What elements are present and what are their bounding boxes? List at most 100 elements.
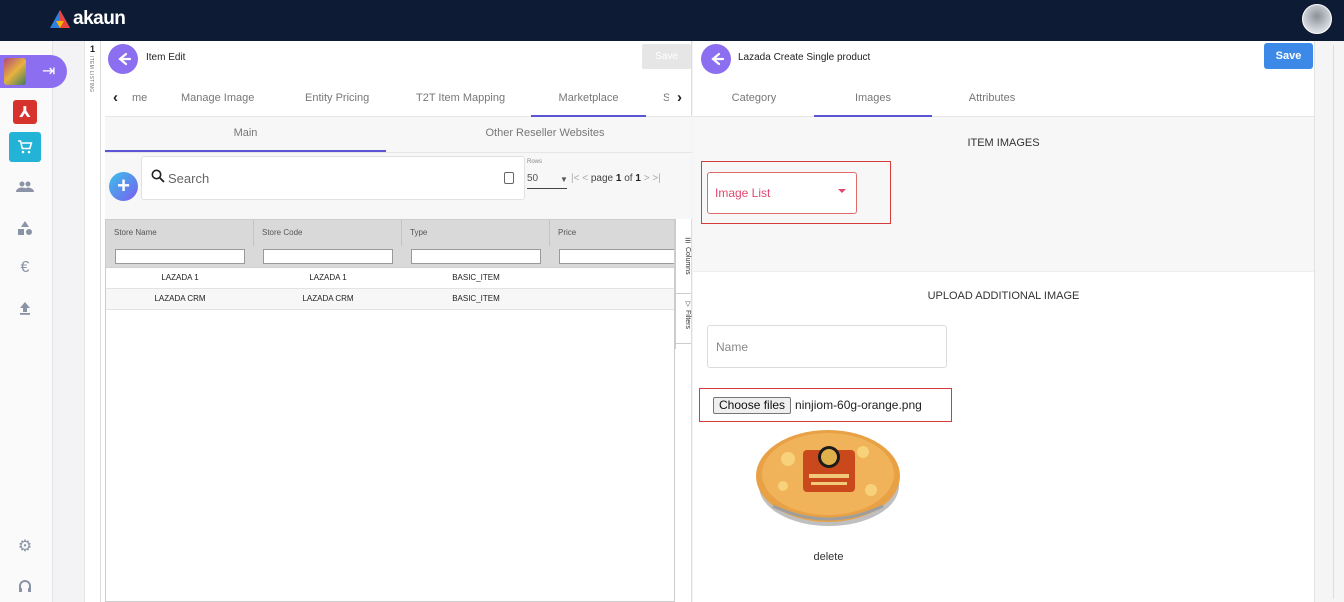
panel-title: Item Edit [146,52,186,63]
columns-label: Columns [684,246,691,275]
people-icon[interactable] [13,175,37,199]
page-current: 1 [615,173,622,184]
search-icon [151,169,165,183]
pager-controls: |< < page 1 of 1 > >| [571,173,661,184]
upload-additional-image-heading: UPLOAD ADDITIONAL IMAGE [927,290,1080,302]
subtab-main[interactable]: Main [105,117,386,152]
rows-value: 50 [527,173,539,184]
pdf-app-icon[interactable]: ⅄ [13,100,37,124]
item-edit-tabs: ‹ me Manage Image Entity Pricing T2T Ite… [105,81,692,117]
shapes-icon[interactable] [13,216,37,240]
top-bar: akaun [0,0,1344,41]
product-image-preview [756,430,900,526]
grid-header: Store Name Store Code Type Price [106,220,674,246]
save-button[interactable]: Save [1264,43,1313,69]
cell-price [550,268,674,289]
tabs-scroll-left-icon[interactable]: ‹ [113,89,118,106]
calendar-icon[interactable] [504,172,514,184]
user-avatar[interactable] [1302,4,1332,34]
cell-store-name: LAZADA 1 [161,273,199,282]
grid-toolbar: + Rows 50 ▼ |< < page 1 of 1 > >| [105,153,692,219]
item-edit-panel: Item Edit Save ‹ me Manage Image Entity … [101,41,692,602]
filter-icon: ▽ [684,300,691,310]
image-list-select[interactable]: Image List [707,172,857,214]
rows-label: Rows [527,159,543,165]
tab-category[interactable]: Category [695,81,813,117]
logo-text: akaun [73,8,126,29]
euro-icon[interactable]: € [13,256,37,280]
panel-title: Lazada Create Single product [738,52,871,63]
current-app-thumbnail[interactable] [4,58,26,85]
cart-icon[interactable] [9,132,41,162]
column-header-store-name[interactable]: Store Name [106,220,254,246]
table-row[interactable]: LAZADA 1 LAZADA 1 BASIC_ITEM [106,268,674,289]
lazada-tabs: Category Images Attributes [693,81,1314,117]
filter-store-name[interactable] [115,249,245,264]
save-button-disabled[interactable]: Save [642,44,691,69]
cell-type: BASIC_ITEM [452,273,500,282]
left-navigation: ⇥ ⅄ € ⚙ [0,41,67,602]
search-input[interactable] [168,168,468,188]
app-logo[interactable]: akaun [50,8,126,30]
cell-type: BASIC_ITEM [452,294,500,303]
next-page-icon[interactable]: > [644,173,650,184]
filter-store-code[interactable] [263,249,393,264]
rows-caret-icon: ▼ [560,175,568,184]
dropdown-caret-icon [838,189,846,193]
tab-manage-image[interactable]: Manage Image [181,81,254,117]
grid-side-tools: ☰ Columns ▽ Filters [675,219,691,349]
cell-store-code: LAZADA CRM [302,294,354,303]
first-page-icon[interactable]: |< [571,173,579,184]
add-button[interactable]: + [109,172,138,201]
back-arrow-icon [118,52,132,66]
selected-file-name: ninjiom-60g-orange.png [795,398,922,412]
right-edge-scroll-area [1314,41,1344,602]
item-images-heading: ITEM IMAGES [967,137,1040,149]
tab-t2t-item-mapping[interactable]: T2T Item Mapping [416,81,505,117]
tab-partial-right[interactable]: S [663,81,669,117]
back-arrow-icon [711,52,725,66]
prev-page-icon[interactable]: < [582,173,588,184]
upload-icon[interactable] [13,296,37,320]
divider [693,271,1314,272]
cell-store-name: LAZADA CRM [154,294,206,303]
back-button[interactable] [701,44,731,74]
akaun-logo-icon [50,10,70,28]
delete-image-link[interactable]: delete [801,551,856,563]
support-icon[interactable] [13,574,37,598]
column-header-price[interactable]: Price [550,220,674,246]
table-row[interactable]: LAZADA CRM LAZADA CRM BASIC_ITEM [106,289,674,310]
cell-price [550,289,674,310]
tab-images[interactable]: Images [814,81,932,117]
item-listing-strip[interactable]: 1 ITEM LISTING [84,41,101,602]
image-list-label: Image List [715,186,771,200]
listing-label: ITEM LISTING [88,56,94,93]
search-box[interactable] [141,156,525,200]
choose-files-button[interactable]: Choose files [713,396,792,414]
marketplace-subtabs: Main Other Reseller Websites [105,117,692,153]
filters-tool-button[interactable]: ▽ Filters [676,294,691,344]
filters-label: Filters [684,309,691,330]
image-name-input[interactable] [707,325,947,368]
pagination: Rows 50 ▼ |< < page 1 of 1 > >| [527,159,697,199]
columns-tool-button[interactable]: ☰ Columns [676,219,691,294]
of-label: of [624,173,633,184]
subtab-other-reseller-websites[interactable]: Other Reseller Websites [405,117,685,152]
tab-marketplace[interactable]: Marketplace [531,81,646,117]
filter-type[interactable] [411,249,541,264]
settings-icon[interactable]: ⚙ [13,534,37,558]
filter-row [106,246,674,268]
file-upload-row: Choose files ninjiom-60g-orange.png [713,396,922,414]
last-page-icon[interactable]: >| [652,173,660,184]
tabs-scroll-right-icon[interactable]: › [677,89,682,106]
back-button[interactable] [108,44,138,74]
filter-price[interactable] [559,249,674,264]
vertical-scrollbar[interactable] [1333,45,1341,599]
tab-scrolled-partial[interactable]: me [132,81,147,117]
enter-icon[interactable]: ⇥ [42,63,55,81]
tab-entity-pricing[interactable]: Entity Pricing [305,81,369,117]
column-header-type[interactable]: Type [402,220,550,246]
columns-icon: ☰ [684,237,691,247]
tab-attributes[interactable]: Attributes [933,81,1051,117]
column-header-store-code[interactable]: Store Code [254,220,402,246]
